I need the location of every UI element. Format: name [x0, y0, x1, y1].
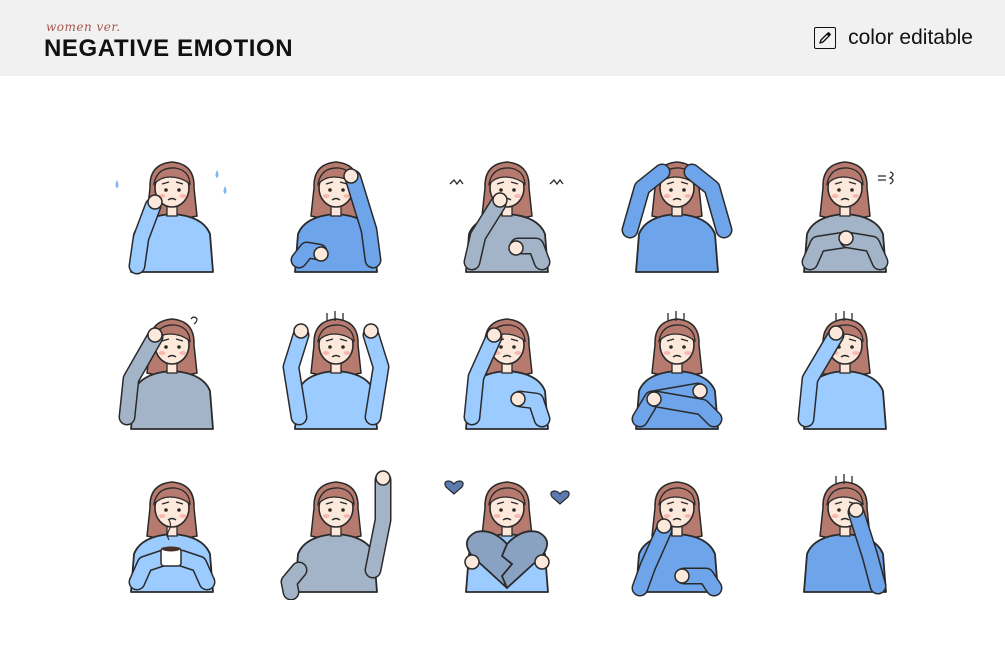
character-illustration — [290, 161, 382, 273]
figure — [631, 311, 723, 430]
character-illustration — [801, 161, 894, 273]
figure — [444, 480, 570, 593]
illustration-sighing — [770, 150, 920, 280]
illustration-bored-leaning — [602, 470, 752, 600]
figure — [449, 161, 564, 273]
hand — [313, 246, 329, 262]
figure — [128, 481, 216, 593]
figure — [801, 161, 894, 273]
hand — [293, 323, 309, 339]
shirt — [635, 213, 719, 273]
character-illustration — [631, 481, 723, 597]
figure — [797, 311, 887, 430]
illustration-nervous-biting-nails — [432, 150, 582, 280]
shirt — [294, 370, 378, 430]
illustration-heartbroken — [432, 470, 582, 600]
hand — [343, 168, 359, 184]
small-broken-heart-icon — [550, 490, 570, 505]
figure — [621, 161, 733, 273]
illustration-grid — [0, 0, 1005, 671]
hand — [692, 383, 708, 399]
sweat-drop-icon — [115, 180, 119, 188]
hand — [147, 194, 163, 210]
illustration-worried-sweating — [97, 150, 247, 280]
effect-marks — [878, 171, 894, 185]
hand — [492, 192, 508, 208]
effect-marks — [190, 316, 198, 325]
illustration-embarrassed — [770, 307, 920, 437]
figure — [290, 161, 382, 273]
sweat-drop-icon — [223, 186, 227, 194]
character-illustration — [449, 161, 564, 273]
hand — [838, 230, 854, 246]
hand — [510, 391, 526, 407]
figure — [280, 470, 392, 600]
hand — [147, 327, 163, 343]
hand — [464, 554, 480, 570]
illustration-angry-fists-raised — [261, 307, 411, 437]
figure — [115, 161, 227, 275]
character-illustration — [621, 161, 733, 273]
shirt — [294, 533, 378, 593]
character-illustration — [280, 470, 392, 600]
character-illustration — [128, 481, 216, 593]
sweat-drop-icon — [215, 170, 219, 178]
figure — [118, 316, 214, 430]
hand — [375, 470, 391, 486]
illustration-anxious — [432, 307, 582, 437]
character-illustration — [444, 480, 570, 593]
figure — [803, 474, 887, 595]
character-illustration — [115, 161, 227, 275]
figure — [282, 311, 390, 430]
hand — [646, 391, 662, 407]
character-illustration — [282, 311, 390, 430]
character-illustration — [631, 311, 723, 430]
hand — [486, 327, 502, 343]
illustration-tired-with-coffee — [97, 470, 247, 600]
character-illustration — [803, 474, 887, 595]
hand — [363, 323, 379, 339]
illustration-frustrated-hands-behind-head — [602, 150, 752, 280]
illustration-confused — [97, 307, 247, 437]
character-illustration — [797, 311, 887, 430]
figure — [463, 318, 551, 430]
figure — [631, 481, 723, 597]
hand — [508, 240, 524, 256]
hand — [534, 554, 550, 570]
shirt — [130, 370, 214, 430]
character-illustration — [118, 316, 214, 430]
hand — [848, 502, 864, 518]
small-broken-heart-icon — [444, 480, 464, 495]
illustration-shocked-waving — [261, 470, 411, 600]
hand — [656, 518, 672, 534]
hand — [674, 568, 690, 584]
illustration-headache — [261, 150, 411, 280]
character-illustration — [463, 318, 551, 430]
hand — [828, 325, 844, 341]
illustration-cold-shivering — [602, 307, 752, 437]
illustration-despair — [770, 470, 920, 600]
